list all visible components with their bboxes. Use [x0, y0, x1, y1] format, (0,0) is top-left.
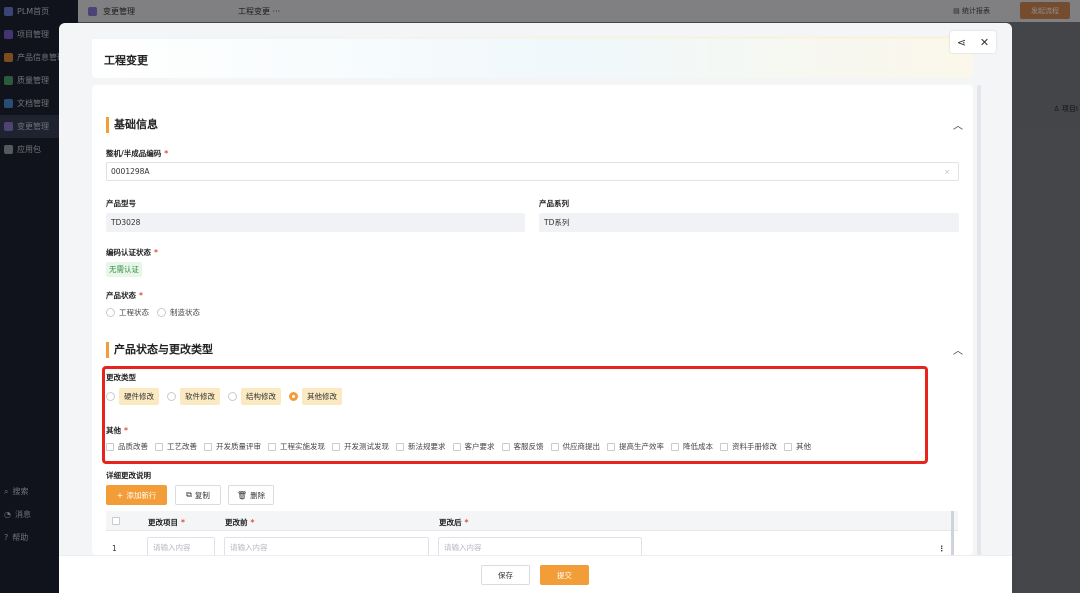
item-input[interactable]: 请输入内容: [147, 537, 215, 555]
add-row-button[interactable]: + 添加新行: [106, 485, 167, 505]
header-before: 更改前 *: [225, 518, 255, 527]
detail-table: 更改项目 * 更改前 * 更改后 * 1 请输入内容 请输入内容 请输入内容 ⋮: [106, 511, 958, 555]
chevron-up-icon[interactable]: ︿: [953, 117, 963, 132]
copy-icon: ⧉: [186, 490, 192, 499]
plus-icon: +: [116, 490, 124, 500]
cert-label: 编码认证状态 *: [106, 248, 158, 257]
highlight-box: [102, 366, 928, 464]
select-all-checkbox[interactable]: [112, 517, 120, 525]
series-label: 产品系列: [539, 199, 569, 208]
code-select[interactable]: 0001298A ×: [106, 162, 959, 181]
section-change-title: 产品状态与更改类型: [106, 342, 213, 358]
header-after: 更改后 *: [439, 518, 469, 527]
chevron-up-icon[interactable]: ︿: [953, 342, 963, 357]
copy-button[interactable]: ⧉ 复制: [175, 485, 221, 505]
table-scrollbar[interactable]: [951, 511, 954, 555]
product-status-group: 工程状态 制造状态: [106, 307, 208, 318]
series-field: TD系列: [539, 213, 959, 232]
cert-status-badge: 无需认证: [106, 262, 142, 277]
delete-button[interactable]: 🗑 删除: [228, 485, 274, 505]
status-option-engineering[interactable]: 工程状态: [106, 307, 149, 318]
code-label: 整机/半成品编码 *: [106, 149, 169, 158]
modal-title-card: 工程变更: [92, 36, 973, 78]
row-more-icon[interactable]: ⋮: [938, 544, 946, 553]
table-header: 更改项目 * 更改前 * 更改后 *: [106, 511, 958, 531]
after-input[interactable]: 请输入内容: [438, 537, 642, 555]
engineering-change-modal: 工程变更 ⋖ ✕ 基础信息 ︿ 整机/半成品编码 * 0001298A × 产品型号…: [59, 23, 1012, 593]
header-item: 更改项目 *: [148, 518, 185, 527]
section-basic-title: 基础信息: [106, 117, 158, 133]
modal-title: 工程变更: [104, 54, 148, 67]
title-strip: [92, 36, 973, 39]
product-status-label: 产品状态 *: [106, 291, 143, 300]
radio-icon: [106, 308, 115, 317]
row-index: 1: [112, 544, 117, 553]
before-input[interactable]: 请输入内容: [224, 537, 429, 555]
save-button[interactable]: 保存: [481, 565, 530, 585]
close-icon[interactable]: ✕: [980, 36, 989, 49]
modal-header-actions: ⋖ ✕: [950, 31, 996, 53]
trash-icon: 🗑: [236, 490, 248, 500]
clear-icon[interactable]: ×: [944, 168, 950, 176]
form-scrollbar[interactable]: [977, 85, 981, 555]
status-option-manufacturing[interactable]: 制造状态: [157, 307, 200, 318]
radio-icon: [157, 308, 166, 317]
share-icon[interactable]: ⋖: [957, 36, 966, 49]
modal-footer: 保存 提交: [59, 555, 1012, 593]
table-row: 1 请输入内容 请输入内容 请输入内容 ⋮: [106, 531, 958, 555]
detail-label: 详细更改说明: [106, 471, 151, 480]
model-label: 产品型号: [106, 199, 136, 208]
form-card: 基础信息 ︿ 整机/半成品编码 * 0001298A × 产品型号 TD3028 产…: [92, 85, 973, 555]
model-field: TD3028: [106, 213, 525, 232]
submit-button[interactable]: 提交: [540, 565, 589, 585]
